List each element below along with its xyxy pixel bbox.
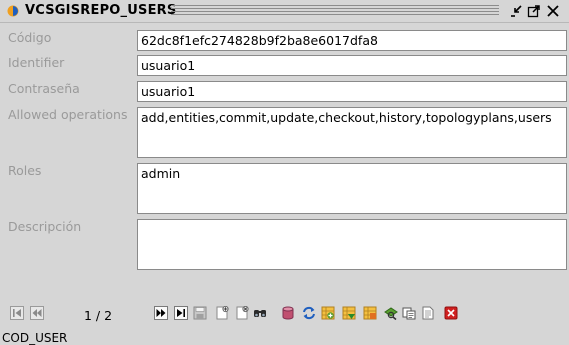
filter-icon xyxy=(363,306,377,320)
allowed-operations-label: Allowed operations xyxy=(8,107,128,122)
export-button[interactable] xyxy=(420,305,436,321)
descripcion-field[interactable] xyxy=(137,219,567,270)
minimize-icon xyxy=(511,5,522,17)
last-record-button[interactable] xyxy=(173,305,189,321)
refresh-icon xyxy=(303,306,315,320)
next-record-button[interactable] xyxy=(153,305,169,321)
first-record-button[interactable] xyxy=(9,305,25,321)
contrasena-field[interactable]: usuario1 xyxy=(137,81,567,102)
window-title: VCSGISREPO_USERS xyxy=(25,3,177,18)
codigo-label: Código xyxy=(8,30,52,45)
close-form-button[interactable] xyxy=(443,305,459,321)
maximize-button[interactable] xyxy=(527,4,541,18)
maximize-icon xyxy=(527,5,540,18)
database-button[interactable] xyxy=(280,305,296,321)
roles-field[interactable]: admin xyxy=(137,163,567,214)
close-window-button[interactable] xyxy=(546,4,560,18)
close-icon xyxy=(547,5,559,17)
copy-button[interactable] xyxy=(401,305,417,321)
next-record-icon xyxy=(154,306,168,320)
descripcion-label: Descripción xyxy=(8,219,82,234)
filter-down-icon xyxy=(342,306,356,320)
navigation-toolbar: 1 / 2 xyxy=(0,305,569,329)
copy-icon xyxy=(402,307,416,320)
find-icon xyxy=(384,307,398,320)
close-icon xyxy=(444,306,458,320)
title-bar[interactable]: VCSGISREPO_USERS xyxy=(0,0,569,23)
filter-add-button[interactable] xyxy=(320,305,336,321)
delete-record-button[interactable] xyxy=(234,305,250,321)
identifier-field[interactable]: usuario1 xyxy=(137,55,567,76)
identifier-label: Identifier xyxy=(8,55,65,70)
minimize-button[interactable] xyxy=(509,4,523,18)
refresh-button[interactable] xyxy=(301,305,317,321)
status-bar-text: COD_USER xyxy=(2,331,68,345)
previous-record-button[interactable] xyxy=(29,305,45,321)
save-button[interactable] xyxy=(192,305,208,321)
last-record-icon xyxy=(174,306,188,320)
page-indicator: 1 / 2 xyxy=(84,308,113,323)
save-icon xyxy=(193,306,207,320)
new-record-button[interactable] xyxy=(214,305,230,321)
filter-down-button[interactable] xyxy=(341,305,357,321)
delete-record-icon xyxy=(236,306,249,320)
codigo-field[interactable]: 62dc8f1efc274828b9f2ba8e6017dfa8 xyxy=(137,30,567,51)
first-record-icon xyxy=(10,306,24,320)
filter-button[interactable] xyxy=(362,305,378,321)
contrasena-label: Contraseña xyxy=(8,81,80,96)
form-window: VCSGISREPO_USERS Código 62dc8f1efc274828… xyxy=(0,0,569,345)
filter-add-icon xyxy=(321,306,335,320)
app-icon xyxy=(7,5,19,17)
search-icon xyxy=(254,310,266,317)
database-icon xyxy=(282,306,294,320)
roles-label: Roles xyxy=(8,163,42,178)
search-button[interactable] xyxy=(252,305,268,321)
export-icon xyxy=(422,306,434,320)
previous-record-icon xyxy=(30,306,44,320)
allowed-operations-field[interactable]: add,entities,commit,update,checkout,hist… xyxy=(137,107,567,158)
title-bar-grip xyxy=(171,5,499,17)
find-button[interactable] xyxy=(383,305,399,321)
new-record-icon xyxy=(216,306,229,320)
